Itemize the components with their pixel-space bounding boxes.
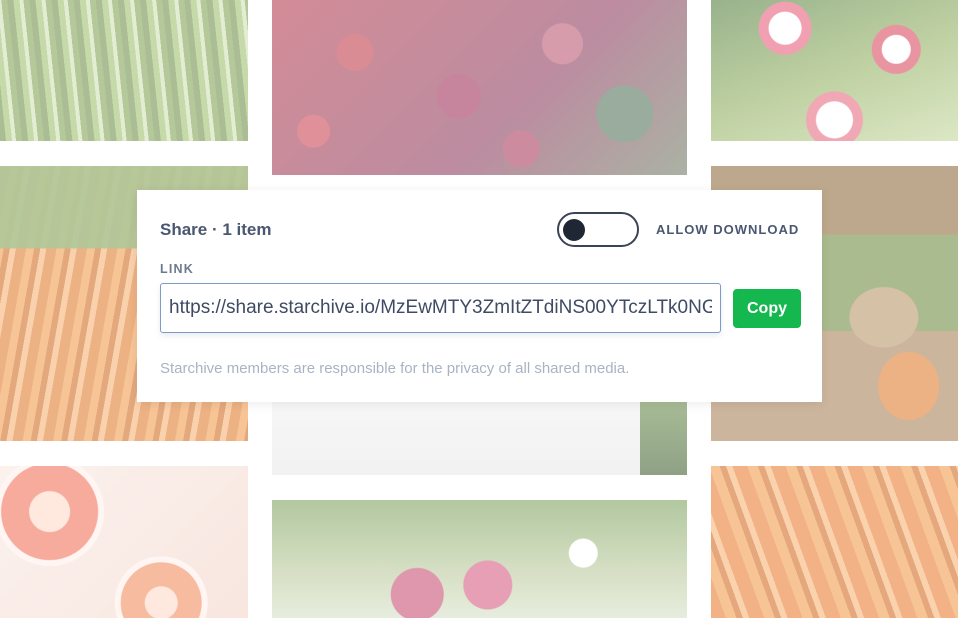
link-label: LINK [160,262,194,276]
green-onions-photo[interactable] [0,0,248,141]
dialog-title: Share · 1 item [160,220,272,239]
share-link-input[interactable] [160,283,721,333]
carrots-photo[interactable] [711,466,958,618]
copy-button[interactable]: Copy [733,289,801,328]
grapefruit-photo[interactable] [0,466,248,618]
privacy-note: Starchive members are responsible for th… [160,360,630,377]
radishes-photo[interactable] [272,0,687,175]
radish-bunch-photo[interactable] [711,0,958,141]
white-surface-photo[interactable] [272,400,687,475]
allow-download-toggle[interactable] [557,212,639,247]
radish-bunch-photo-2[interactable] [272,500,687,618]
share-dialog: Share · 1 item ALLOW DOWNLOAD LINK Copy … [137,190,822,402]
allow-download-label: ALLOW DOWNLOAD [656,222,800,237]
toggle-knob [563,219,585,241]
greens-corner-photo [640,400,687,475]
